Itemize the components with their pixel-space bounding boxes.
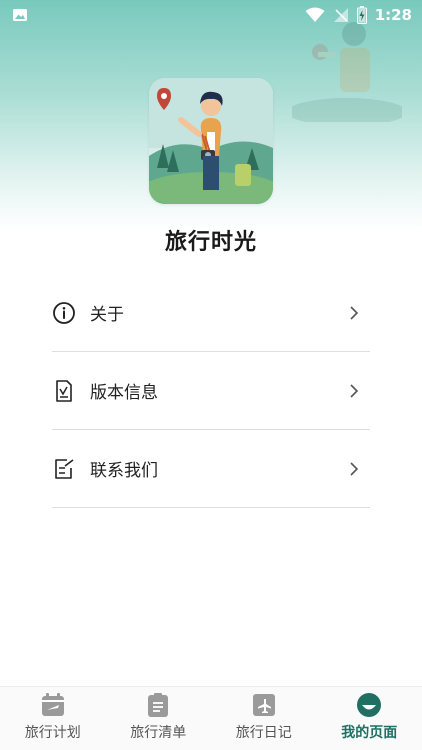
tab-label: 我的页面 xyxy=(341,725,398,741)
chevron-right-icon xyxy=(350,383,359,398)
menu-item-contact[interactable]: 联系我们 xyxy=(52,430,370,508)
status-time: 1:28 xyxy=(374,6,412,24)
calendar-plane-icon xyxy=(40,692,66,718)
settings-menu: 关于 版本信息 联系我们 xyxy=(52,274,370,508)
tab-travel-list[interactable]: 旅行清单 xyxy=(106,687,212,750)
tab-label: 旅行日记 xyxy=(235,725,292,741)
tab-my-page[interactable]: 我的页面 xyxy=(317,687,422,750)
chevron-right-icon xyxy=(350,461,359,476)
profile-icon xyxy=(356,692,382,718)
edit-note-icon xyxy=(52,457,76,481)
menu-item-label: 版本信息 xyxy=(90,383,158,403)
signal-icon xyxy=(333,8,348,22)
menu-item-about[interactable]: 关于 xyxy=(52,274,370,352)
bottom-tab-bar: 旅行计划 旅行清单 旅行日记 我的页面 xyxy=(0,686,422,750)
info-icon xyxy=(52,301,76,325)
status-bar: 1:28 xyxy=(0,0,422,30)
diary-plane-icon xyxy=(251,692,277,718)
chevron-right-icon xyxy=(350,305,359,320)
menu-item-label: 联系我们 xyxy=(90,461,158,481)
tab-label: 旅行清单 xyxy=(130,725,187,741)
tab-travel-diary[interactable]: 旅行日记 xyxy=(211,687,317,750)
tab-travel-plan[interactable]: 旅行计划 xyxy=(0,687,106,750)
clipboard-list-icon xyxy=(145,692,171,718)
image-icon xyxy=(13,9,27,21)
wifi-icon xyxy=(305,7,325,22)
app-name: 旅行时光 xyxy=(164,230,257,255)
document-check-icon xyxy=(52,379,76,403)
traveler-logo-icon xyxy=(149,78,273,204)
battery-icon xyxy=(356,6,367,24)
menu-item-version[interactable]: 版本信息 xyxy=(52,352,370,430)
tab-label: 旅行计划 xyxy=(24,725,81,741)
menu-item-label: 关于 xyxy=(90,305,124,325)
app-logo xyxy=(149,78,273,204)
